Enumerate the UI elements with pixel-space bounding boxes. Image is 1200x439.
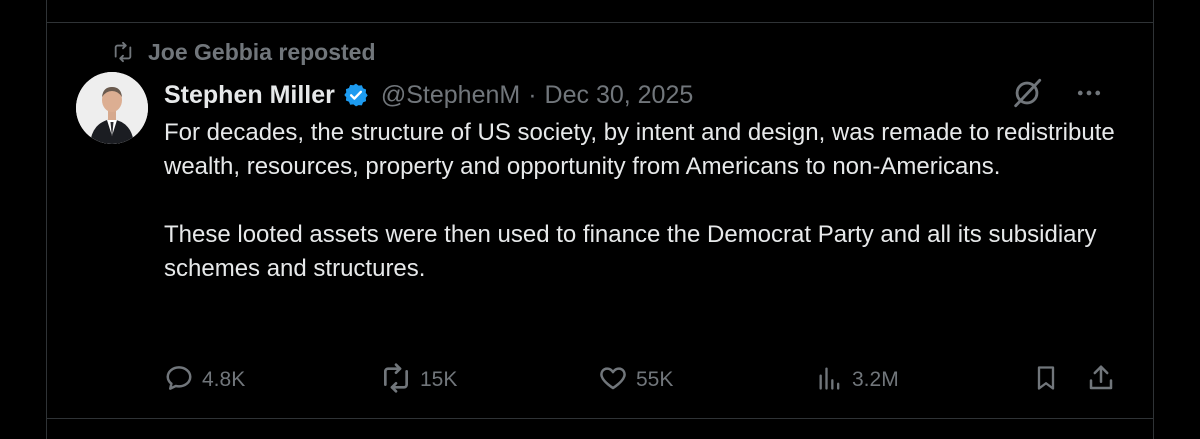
views-button[interactable]: 3.2M <box>816 364 899 396</box>
more-icon[interactable] <box>1074 78 1104 113</box>
heart-icon <box>598 363 628 398</box>
like-button[interactable]: 55K <box>598 364 673 396</box>
like-count: 55K <box>636 368 674 391</box>
header-separator: · <box>528 80 537 109</box>
social-context[interactable]: Joe Gebbia reposted <box>112 38 376 66</box>
post-paragraph: These looted assets were then used to fi… <box>164 221 1097 282</box>
bookmark-icon <box>1032 362 1060 399</box>
share-button[interactable] <box>1086 364 1116 396</box>
repost-icon <box>112 41 134 63</box>
reply-button[interactable]: 4.8K <box>164 364 245 396</box>
avatar[interactable] <box>76 72 148 144</box>
verified-badge-icon[interactable] <box>343 82 369 108</box>
reposted-by-text[interactable]: Joe Gebbia reposted <box>148 39 376 66</box>
grok-icon[interactable] <box>1010 76 1044 115</box>
post-header: Stephen Miller @StephenM · Dec 30, 2025 <box>164 78 693 112</box>
repost-icon <box>380 362 412 399</box>
repost-count: 15K <box>420 368 458 391</box>
divider-top <box>46 22 1154 23</box>
reply-icon <box>164 363 194 398</box>
reply-count: 4.8K <box>202 368 246 391</box>
views-icon <box>816 363 844 398</box>
divider-bottom <box>46 418 1154 419</box>
repost-button[interactable]: 15K <box>380 362 458 399</box>
post-date[interactable]: Dec 30, 2025 <box>545 81 694 110</box>
bookmark-button[interactable] <box>1032 364 1060 396</box>
post-top-actions <box>1010 78 1104 112</box>
post-text: For decades, the structure of US society… <box>164 116 1144 286</box>
share-icon <box>1086 362 1116 399</box>
post-paragraph: For decades, the structure of US society… <box>164 119 1115 180</box>
author-handle[interactable]: @StephenM <box>381 81 520 110</box>
profile-photo <box>76 72 148 144</box>
author-name[interactable]: Stephen Miller <box>164 81 335 110</box>
view-count: 3.2M <box>852 368 899 391</box>
